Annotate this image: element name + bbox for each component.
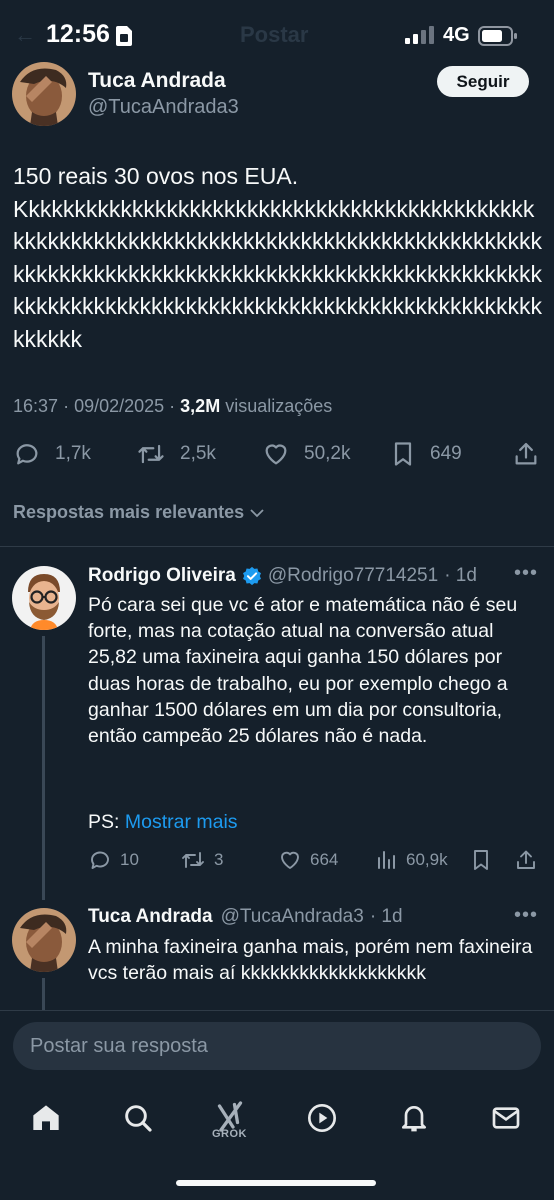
- reply-ps: PS: Mostrar mais: [88, 811, 238, 834]
- reply-reply-button[interactable]: 10: [88, 848, 139, 872]
- reply-reply-count: 10: [120, 850, 139, 869]
- verified-badge-icon: [242, 566, 261, 586]
- avatar-memoji-icon: [12, 566, 76, 630]
- avatar-photo-icon: [12, 62, 76, 126]
- reply-like-button[interactable]: 664: [278, 848, 338, 872]
- nav-search[interactable]: [120, 1100, 156, 1136]
- reply-bookmark-button[interactable]: [470, 848, 500, 872]
- show-more-link[interactable]: Mostrar mais: [125, 811, 238, 833]
- grok-label: GROK: [212, 1128, 247, 1140]
- reply-age: · 1d: [444, 565, 477, 586]
- reply-author-handle[interactable]: @Rodrigo77714251: [268, 565, 438, 587]
- reply-icon: [16, 444, 38, 465]
- meta-separator: ·: [169, 396, 181, 416]
- status-bar: ← Postar 12:56 4G: [0, 0, 554, 72]
- repost-icon: [138, 444, 164, 464]
- reply-author-name[interactable]: Rodrigo Oliveira: [88, 565, 236, 587]
- bookmark-icon: [474, 850, 488, 870]
- sort-label: Respostas mais relevantes: [13, 502, 245, 522]
- reply-button[interactable]: 1,7k: [13, 440, 91, 468]
- meta-separator: ·: [63, 396, 75, 416]
- mail-icon: [492, 1107, 520, 1129]
- reply-avatar[interactable]: [12, 908, 76, 972]
- nav-home[interactable]: [28, 1100, 64, 1136]
- repost-count: 2,5k: [180, 443, 216, 464]
- share-icon: [515, 442, 537, 465]
- reply-author-handle[interactable]: @TucaAndrada3: [221, 906, 364, 928]
- reply-avatar[interactable]: [12, 566, 76, 630]
- post-actions: 1,7k 2,5k 50,2k 649: [0, 440, 554, 472]
- author-avatar[interactable]: [12, 62, 76, 126]
- heart-icon: [281, 851, 299, 869]
- reply-repost-count: 3: [214, 850, 224, 869]
- repost-button[interactable]: 2,5k: [136, 440, 216, 468]
- back-arrow-icon[interactable]: ←: [14, 22, 36, 48]
- more-options-icon[interactable]: •••: [514, 904, 538, 927]
- like-button[interactable]: 50,2k: [262, 440, 350, 468]
- reply-header: Rodrigo Oliveira @Rodrigo77714251 · 1d: [88, 565, 477, 587]
- share-button[interactable]: [512, 440, 554, 468]
- network-type: 4G: [443, 24, 470, 46]
- play-circle-icon: [308, 1104, 336, 1132]
- reply-author-name[interactable]: Tuca Andrada: [88, 906, 213, 928]
- reply-icon: [91, 851, 109, 869]
- nav-messages[interactable]: [488, 1100, 524, 1136]
- home-indicator[interactable]: [176, 1180, 376, 1186]
- reply-actions: 10 3 664 60,9k: [0, 848, 554, 872]
- views-label: visualizações: [225, 396, 333, 416]
- bell-icon: [402, 1106, 426, 1132]
- author-name[interactable]: Tuca Andrada: [88, 69, 226, 93]
- battery-icon: [478, 26, 517, 46]
- post-text: 150 reais 30 ovos nos EUA. Kkkkkkkkkkkkk…: [13, 160, 543, 355]
- heart-icon: [265, 444, 287, 465]
- nav-notifications[interactable]: [396, 1100, 432, 1136]
- views-chart-icon: [378, 851, 395, 869]
- reply-count: 1,7k: [55, 443, 91, 464]
- repost-icon: [182, 852, 204, 868]
- replies-sort-dropdown[interactable]: Respostas mais relevantes: [13, 502, 266, 523]
- search-icon: [125, 1105, 152, 1132]
- signal-icon: [405, 26, 434, 44]
- bookmark-count: 649: [430, 443, 462, 464]
- avatar-photo-icon: [12, 908, 76, 972]
- reply-header: Tuca Andrada @TucaAndrada3 · 1d: [88, 906, 403, 928]
- post-text-line-2: Kkkkkkkkkkkkkkkkkkkkkkkkkkkkkkkkkkkkkkkk…: [13, 195, 542, 352]
- author-handle[interactable]: @TucaAndrada3: [88, 96, 239, 119]
- reply-composer-input[interactable]: Postar sua resposta: [13, 1022, 541, 1070]
- more-options-icon[interactable]: •••: [514, 562, 538, 585]
- reply-like-count: 664: [310, 850, 339, 869]
- post-text-line-1: 150 reais 30 ovos nos EUA.: [13, 163, 299, 189]
- reply-share-button[interactable]: [514, 848, 546, 872]
- chevron-down-icon: [250, 508, 264, 517]
- post-time: 16:37: [13, 396, 59, 416]
- status-time: 12:56: [46, 20, 110, 48]
- reply-age: · 1d: [369, 906, 403, 927]
- reply-repost-button[interactable]: 3: [180, 848, 223, 872]
- reply-text: Pó cara sei que vc é ator e matemática n…: [88, 594, 518, 748]
- header-title: Postar: [240, 22, 309, 47]
- reply-views-count: 60,9k: [406, 850, 448, 869]
- reply-text: A minha faxineira ganha mais, porém nem …: [88, 936, 533, 985]
- sim-card-icon: [116, 26, 132, 46]
- follow-button[interactable]: Seguir: [437, 66, 529, 97]
- share-icon: [517, 850, 535, 869]
- nav-video[interactable]: [304, 1100, 340, 1136]
- bookmark-icon: [394, 442, 412, 466]
- post-date: 09/02/2025: [74, 396, 165, 416]
- reply-views-button[interactable]: 60,9k: [376, 848, 448, 872]
- bookmark-button[interactable]: 649: [390, 440, 462, 468]
- divider: [0, 546, 554, 547]
- ps-prefix: PS:: [88, 811, 120, 833]
- home-icon: [33, 1105, 59, 1130]
- like-count: 50,2k: [304, 443, 351, 464]
- views-count[interactable]: 3,2M: [180, 396, 220, 416]
- post-meta: 16:37 · 09/02/2025 · 3,2M visualizações: [13, 396, 332, 417]
